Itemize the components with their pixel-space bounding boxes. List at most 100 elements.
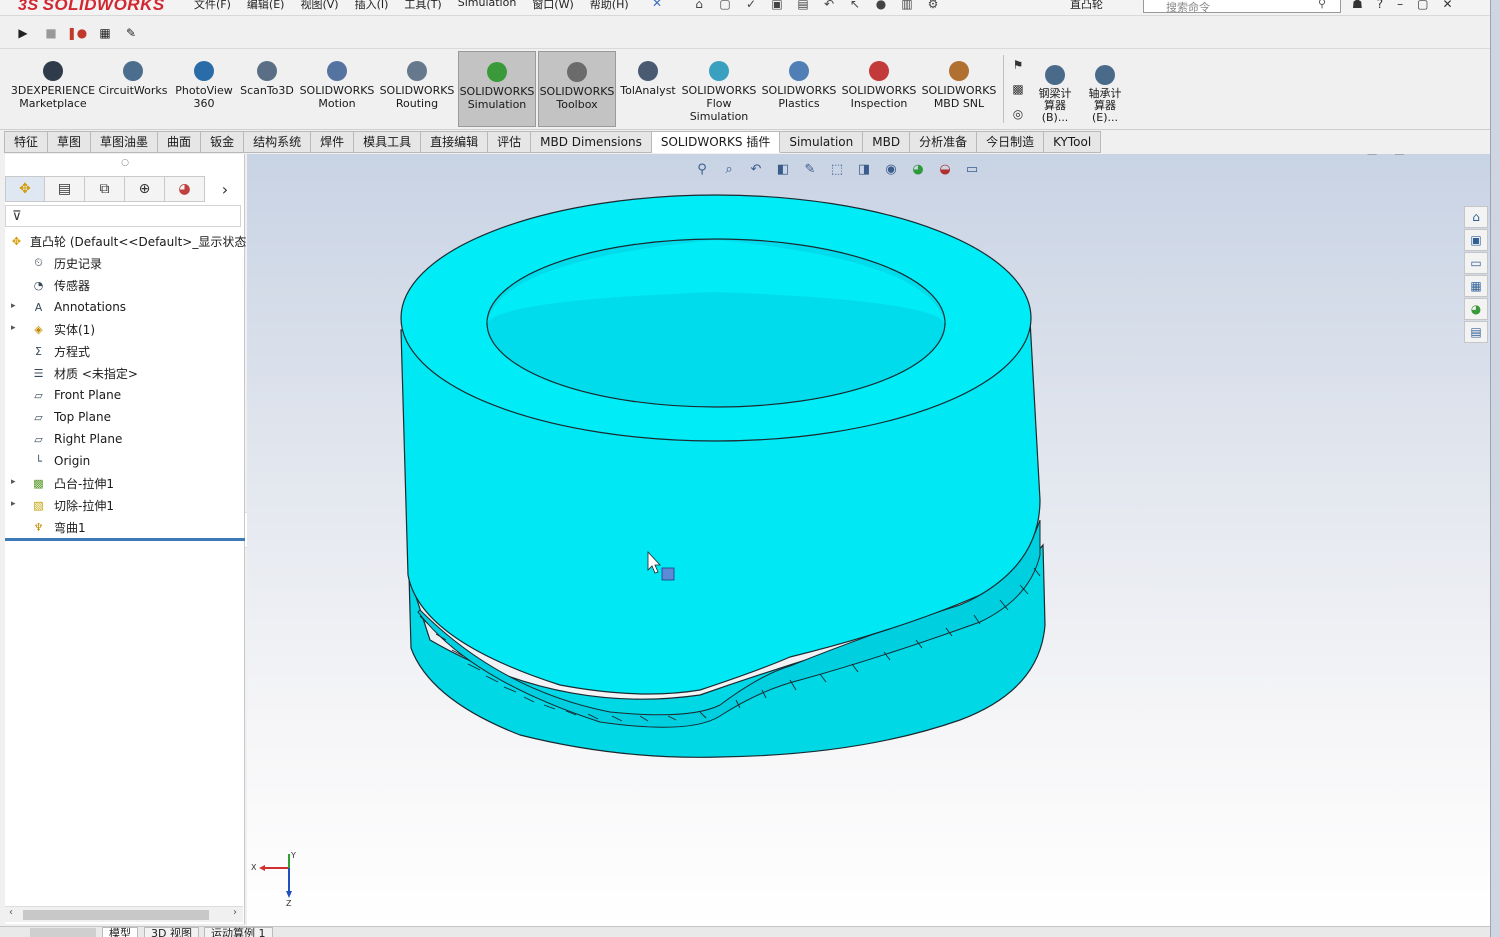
tree-item[interactable]: ▸ ▧ 切除-拉伸1 xyxy=(5,494,245,516)
solidworks-resources-icon[interactable]: ⌂ xyxy=(1464,206,1488,228)
menu-item[interactable]: 编辑(E) xyxy=(239,0,293,12)
hide-show-items-icon[interactable]: ◉ xyxy=(880,159,902,179)
command-tab[interactable]: 草图油墨 xyxy=(91,131,159,153)
expand-arrow-icon[interactable]: ▸ xyxy=(11,323,21,333)
command-tab[interactable]: 特征 xyxy=(4,131,49,153)
menu-item[interactable]: 插入(I) xyxy=(347,0,397,12)
custom-properties-icon[interactable]: ▤ xyxy=(1464,321,1488,343)
minimize-icon[interactable]: – xyxy=(1397,0,1403,11)
add-in-tool-1-icon[interactable]: ⚑ xyxy=(1009,56,1027,74)
display-manager-tab-icon[interactable]: ◕ xyxy=(165,176,205,202)
command-tab[interactable]: 结构系统 xyxy=(244,131,312,153)
part-model[interactable] xyxy=(247,154,1490,926)
command-button[interactable]: TolAnalyst xyxy=(618,51,678,127)
new-macro-icon[interactable]: ▦ xyxy=(96,24,114,42)
command-button[interactable]: SOLIDWORKS Simulation xyxy=(458,51,536,127)
more-tabs-chevron-icon[interactable]: › xyxy=(205,176,245,202)
view-settings-icon[interactable]: ▭ xyxy=(961,159,983,179)
zoom-to-fit-icon[interactable]: ⚲ xyxy=(691,159,713,179)
command-button[interactable]: SOLIDWORKS Toolbox xyxy=(538,51,616,127)
run-macro-icon[interactable]: ▶ xyxy=(14,24,32,42)
command-button[interactable]: SOLIDWORKS Routing xyxy=(378,51,456,127)
tab-scroll-arrows[interactable] xyxy=(30,928,96,937)
help-icon[interactable]: ? xyxy=(1377,0,1383,11)
command-tab[interactable]: MBD Dimensions xyxy=(531,131,652,153)
file-explorer-icon[interactable]: ▭ xyxy=(1464,252,1488,274)
select-icon[interactable]: ↖ xyxy=(846,0,864,11)
graphics-area[interactable]: ⚲ ⌕ ↶ ◧ ✎ ⬚ ◨ ◉ ◕ ◒ ▭ ◧◨–❐✕ ⌂ ▣ ▭ ▦ ◕ ▤ … xyxy=(247,154,1490,926)
command-button[interactable]: CircuitWorks xyxy=(98,51,168,127)
command-tab[interactable]: 直接编辑 xyxy=(421,131,489,153)
tree-item[interactable]: ☰ 材质 <未指定> xyxy=(5,362,245,384)
search-icon[interactable]: ⚲ xyxy=(1318,0,1326,10)
design-library-icon[interactable]: ▣ xyxy=(1464,229,1488,251)
command-button[interactable]: SOLIDWORKS Flow Simulation xyxy=(680,51,758,127)
new-document-icon[interactable]: ▢ xyxy=(716,0,734,11)
bottom-tab[interactable]: 3D 视图 xyxy=(144,927,199,937)
solidworks-logo[interactable]: 3S SOLIDWORKS xyxy=(18,0,165,15)
minimize-icon[interactable]: – xyxy=(1421,154,1427,156)
command-tab[interactable]: 分析准备 xyxy=(910,131,978,153)
tree-item[interactable]: ▸ A Annotations xyxy=(5,296,245,318)
edit-macro-icon[interactable]: ✎ xyxy=(122,24,140,42)
command-tab[interactable]: 钣金 xyxy=(201,131,245,153)
undo-icon[interactable]: ↶ xyxy=(820,0,838,11)
add-in-tool-2-icon[interactable]: ▩ xyxy=(1009,80,1027,98)
tree-item[interactable]: ▱ Right Plane xyxy=(5,428,245,450)
search-commands-input[interactable]: 搜索命令 ⚲ xyxy=(1143,0,1341,14)
command-tab[interactable]: Simulation xyxy=(780,131,864,153)
expand-arrow-icon[interactable]: ▸ xyxy=(11,301,21,311)
tree-item[interactable]: └ Origin xyxy=(5,450,245,472)
add-in-tool-3-icon[interactable]: ◎ xyxy=(1009,105,1027,123)
menu-item[interactable]: 文件(F) xyxy=(186,0,239,12)
command-button[interactable]: SOLIDWORKS Motion xyxy=(298,51,376,127)
command-tab[interactable]: 焊件 xyxy=(311,131,355,153)
property-manager-tab-icon[interactable]: ▤ xyxy=(45,176,85,202)
view-palette-icon[interactable]: ▦ xyxy=(1464,275,1488,297)
command-button[interactable]: 轴承计 算器 (E)... xyxy=(1080,51,1130,127)
panel-grip[interactable]: ○ xyxy=(5,154,245,172)
filter-icon[interactable]: ⊽ xyxy=(12,209,22,224)
apply-scene-icon[interactable]: ◒ xyxy=(934,159,956,179)
close-icon[interactable]: ✕ xyxy=(1442,0,1452,11)
display-style-icon[interactable]: ◨ xyxy=(853,159,875,179)
command-tab[interactable]: 评估 xyxy=(488,131,532,153)
command-tab[interactable]: KYTool xyxy=(1044,131,1102,153)
pin-menu-icon[interactable]: ✕ xyxy=(652,0,662,10)
tree-item[interactable]: ▱ Top Plane xyxy=(5,406,245,428)
bottom-tab[interactable]: 模型 xyxy=(102,927,138,937)
command-tab[interactable]: 曲面 xyxy=(158,131,202,153)
restore-right-icon[interactable]: ◨ xyxy=(1394,154,1405,156)
tree-item[interactable]: ▸ ◈ 实体(1) xyxy=(5,318,245,340)
open-icon[interactable]: ✓ xyxy=(742,0,760,11)
tree-root[interactable]: ✥ 直凸轮 (Default<<Default>_显示状态 xyxy=(5,230,246,252)
menu-item[interactable]: 窗口(W) xyxy=(524,0,581,12)
record-pause-macro-icon[interactable]: ❚● xyxy=(67,24,88,42)
command-button[interactable]: 钢梁计 算器 (B)... xyxy=(1030,51,1080,127)
scrollbar-thumb[interactable] xyxy=(23,910,209,920)
horizontal-scrollbar[interactable]: ‹ › xyxy=(5,906,243,922)
restore-left-icon[interactable]: ◧ xyxy=(1366,154,1377,156)
command-tab[interactable]: MBD xyxy=(863,131,911,153)
configuration-manager-tab-icon[interactable]: ⧉ xyxy=(85,176,125,202)
restore-icon[interactable]: ❐ xyxy=(1443,154,1454,156)
scroll-left-icon[interactable]: ‹ xyxy=(9,907,13,918)
command-button[interactable]: PhotoView 360 xyxy=(172,51,236,127)
tree-item[interactable]: ♆ 弯曲1 xyxy=(5,516,245,538)
expand-arrow-icon[interactable]: ▸ xyxy=(11,477,21,487)
command-button[interactable]: ScanTo3D xyxy=(238,51,296,127)
rollback-bar[interactable] xyxy=(5,538,245,541)
menu-item[interactable]: Simulation xyxy=(450,0,525,12)
tree-item[interactable]: ▱ Front Plane xyxy=(5,384,245,406)
command-button[interactable]: SOLIDWORKS Plastics xyxy=(760,51,838,127)
maximize-icon[interactable]: ▢ xyxy=(1417,0,1428,11)
expand-arrow-icon[interactable]: ▸ xyxy=(11,499,21,509)
command-tab[interactable]: SOLIDWORKS 插件 xyxy=(651,131,781,153)
save-icon[interactable]: ▣ xyxy=(768,0,786,11)
home-icon[interactable]: ⌂ xyxy=(690,0,708,11)
rebuild-icon[interactable]: ● xyxy=(872,0,890,11)
command-tab[interactable]: 今日制造 xyxy=(977,131,1045,153)
menu-item[interactable]: 视图(V) xyxy=(292,0,346,12)
previous-view-icon[interactable]: ↶ xyxy=(745,159,767,179)
tree-filter[interactable]: ⊽ xyxy=(5,205,241,227)
